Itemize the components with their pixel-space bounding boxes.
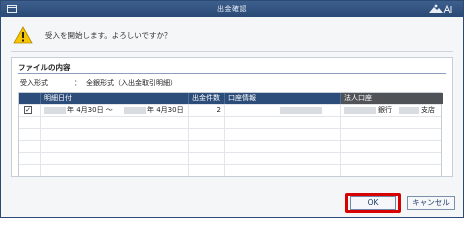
row-date-cell: 年 4月30日 ～ 年 4月30日 xyxy=(41,105,189,116)
table-header: 明細日付 出金件数 口座情報 法人口座 xyxy=(19,93,443,105)
contents-table: 明細日付 出金件数 口座情報 法人口座 ✓ 年 4月30日 ～ 年 4月30日 … xyxy=(18,92,443,177)
confirm-message: 受入を開始します。よろしいですか？ xyxy=(45,31,172,40)
table-row-empty xyxy=(19,117,441,129)
format-value: 全銀形式（入出金取引明細） xyxy=(86,79,177,87)
redacted-year-from xyxy=(44,107,66,114)
row-checkbox[interactable]: ✓ xyxy=(24,106,32,114)
window-title: 出金確認 xyxy=(217,5,247,13)
confirm-dialog: 出金確認 受入を開始します。よろしいですか？ ファイルの内容 受入形式 ： 全銀… xyxy=(0,0,464,218)
redacted-year-to xyxy=(124,107,146,114)
row-count: 2 xyxy=(189,105,225,116)
row-check-cell: ✓ xyxy=(19,105,41,116)
header-account[interactable]: 口座情報 xyxy=(225,93,341,104)
format-colon: ： xyxy=(74,79,81,87)
message-row: 受入を開始します。よろしいですか？ xyxy=(11,25,451,47)
panel-title-divider xyxy=(18,73,446,74)
table-row-empty xyxy=(19,141,441,153)
header-date[interactable]: 明細日付 xyxy=(41,93,189,104)
table-row-empty xyxy=(19,153,441,165)
warning-icon xyxy=(13,26,33,44)
cancel-button[interactable]: キャンセル xyxy=(407,196,455,210)
header-check xyxy=(19,93,41,104)
title-bar: 出金確認 xyxy=(1,1,463,17)
panel-title: ファイルの内容 xyxy=(18,63,71,72)
row-corporate-cell: 銀行 支店 xyxy=(341,105,443,116)
row-date-from: 年 4月30日 ～ xyxy=(67,106,113,114)
row-branch-suffix: 支店 xyxy=(421,106,435,114)
format-label: 受入形式 xyxy=(20,79,48,87)
ok-button[interactable]: OK xyxy=(350,196,396,210)
header-corporate-account[interactable]: 法人口座 xyxy=(341,93,443,104)
row-bank-suffix: 銀行 xyxy=(378,106,392,114)
row-account-cell xyxy=(225,105,341,116)
row-date-to: 年 4月30日 xyxy=(147,106,184,114)
redacted-account xyxy=(280,107,322,114)
file-contents-panel: ファイルの内容 受入形式 ： 全銀形式（入出金取引明細） 明細日付 出金件数 口… xyxy=(11,57,453,177)
header-count[interactable]: 出金件数 xyxy=(189,93,225,104)
table-row-empty xyxy=(19,129,441,141)
brand-logo xyxy=(429,4,452,14)
table-row[interactable]: ✓ 年 4月30日 ～ 年 4月30日 2 銀行 支店 xyxy=(19,105,441,117)
header-divider xyxy=(11,51,453,52)
table-row-empty xyxy=(19,165,441,176)
redacted-branch xyxy=(399,107,419,114)
redacted-bank xyxy=(344,107,376,114)
